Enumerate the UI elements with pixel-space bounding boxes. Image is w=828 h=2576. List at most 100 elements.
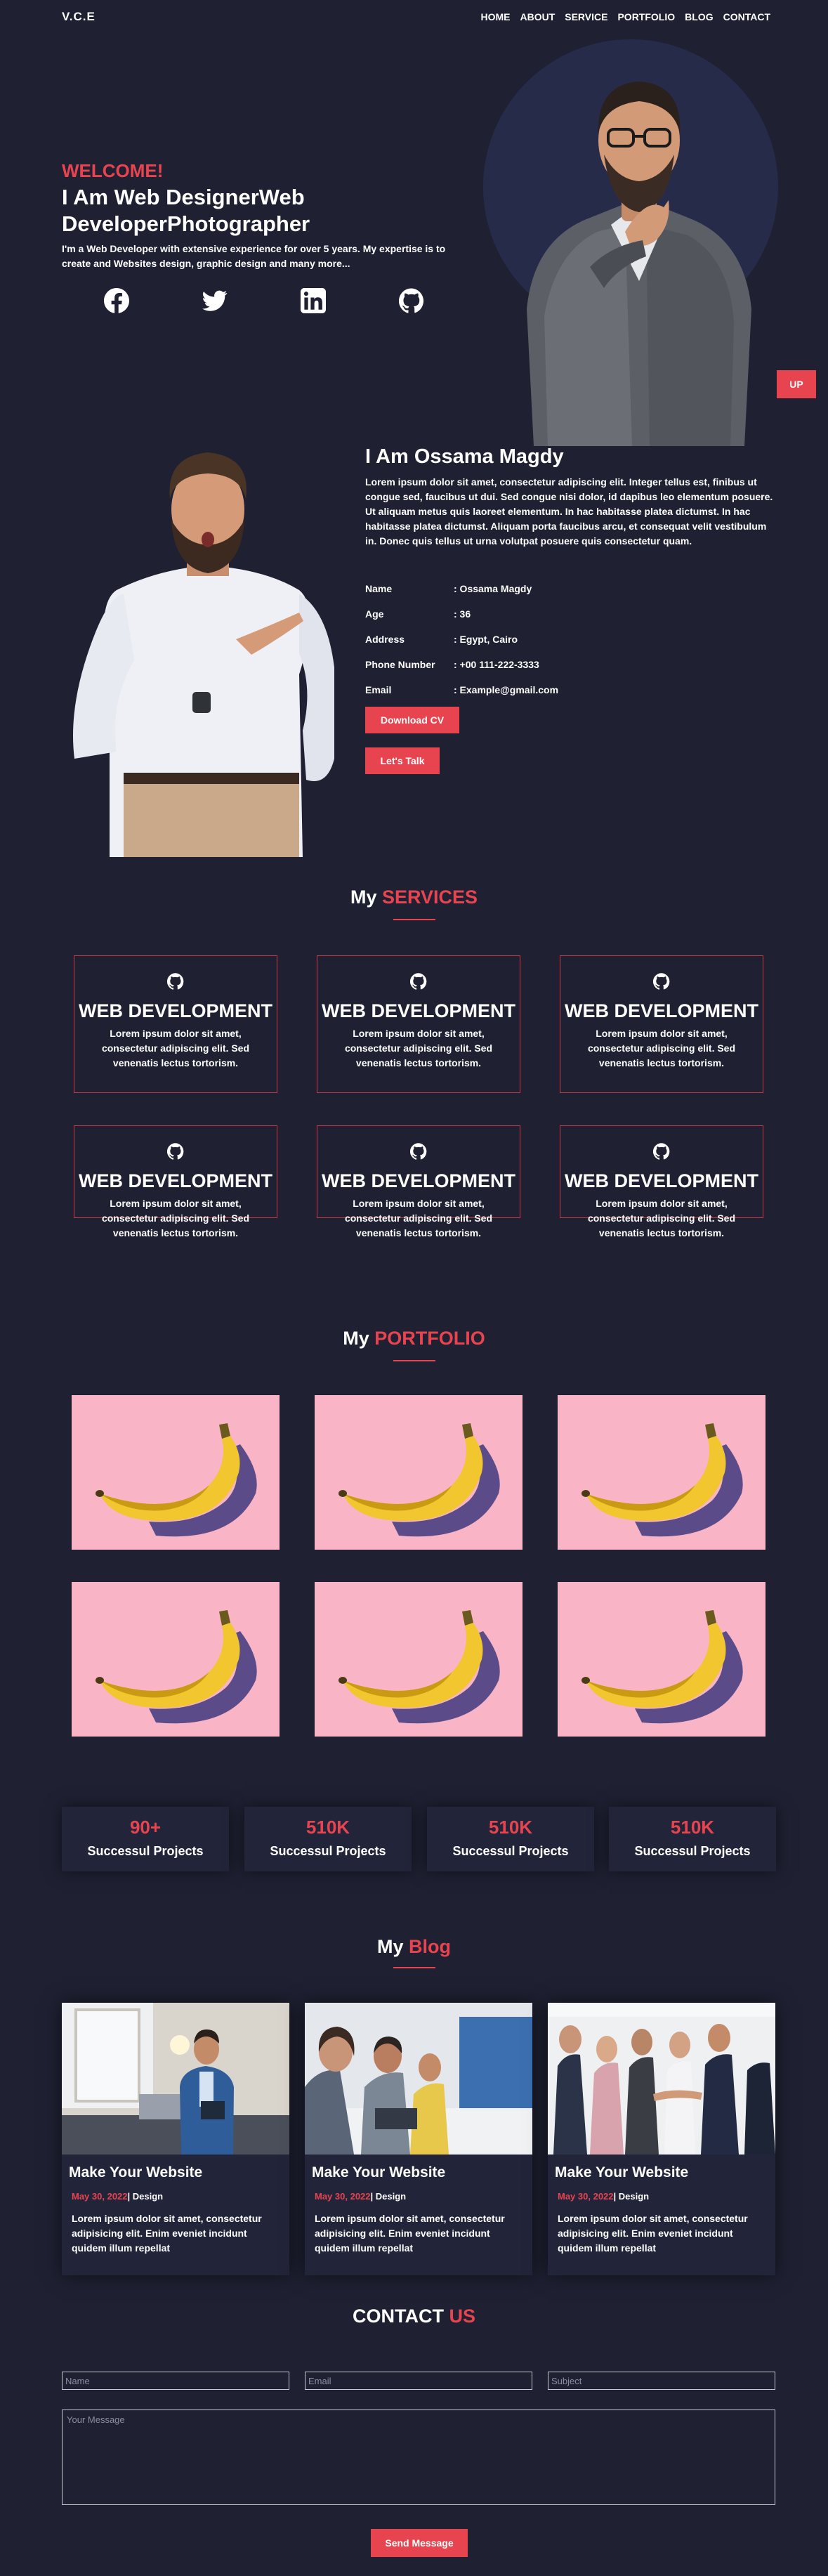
services-underline [393, 919, 435, 920]
stat-card: 90+ Successul Projects [62, 1807, 229, 1871]
blog-card[interactable]: Make Your Website May 30, 2022| Design L… [62, 2003, 289, 2275]
blog-post-date: May 30, 2022 [315, 2191, 371, 2202]
service-card[interactable]: WEB DEVELOPMENT Lorem ipsum dolor sit am… [317, 1125, 520, 1238]
blog-post-text: Lorem ipsum dolor sit amet, consectetur … [72, 2213, 262, 2254]
portfolio-title-prefix: My [343, 1328, 375, 1349]
name-field[interactable] [62, 2372, 289, 2390]
social-links [104, 288, 424, 313]
service-title: WEB DEVELOPMENT [564, 1170, 758, 1191]
info-row-age: Age : 36 [365, 601, 558, 627]
blog-image-office [62, 2003, 289, 2155]
portfolio-item[interactable] [558, 1582, 765, 1737]
nav-home[interactable]: HOME [480, 11, 510, 22]
stat-label: Successul Projects [452, 1844, 569, 1858]
info-key: Address [365, 634, 405, 645]
blog-post-text: Lorem ipsum dolor sit amet, consectetur … [558, 2213, 748, 2254]
about-info-list: Name : Ossama Magdy Age : 36 Address : E… [365, 576, 558, 702]
stat-label: Successul Projects [87, 1844, 204, 1858]
linkedin-icon[interactable] [301, 288, 326, 313]
subject-field[interactable] [548, 2372, 775, 2390]
blog-post-category: | Design [613, 2191, 650, 2202]
blog-title: My Blog [0, 1936, 828, 1958]
service-text: Lorem ipsum dolor sit amet, consectetur … [344, 1028, 493, 1068]
message-field[interactable] [62, 2410, 775, 2505]
stat-card: 510K Successul Projects [244, 1807, 412, 1871]
info-value: : 36 [454, 608, 471, 620]
nav-blog[interactable]: BLOG [685, 11, 713, 22]
about-text: Lorem ipsum dolor sit amet, consectetur … [365, 476, 773, 547]
blog-post-title[interactable]: Make Your Website [69, 2164, 289, 2181]
portfolio-item[interactable] [72, 1395, 280, 1550]
service-text: Lorem ipsum dolor sit amet, consectetur … [587, 1028, 736, 1068]
nav-service[interactable]: SERVICE [565, 11, 607, 22]
stat-number: 510K [670, 1817, 715, 1838]
service-card[interactable]: WEB DEVELOPMENT Lorem ipsum dolor sit am… [560, 955, 763, 1093]
nav-portfolio[interactable]: PORTFOLIO [617, 11, 675, 22]
service-text: Lorem ipsum dolor sit amet, consectetur … [344, 1198, 493, 1238]
contact-title-accent: US [449, 2306, 475, 2327]
portfolio-item[interactable] [315, 1395, 523, 1550]
scroll-up-button[interactable]: UP [777, 370, 816, 398]
blog-image-handshake [548, 2003, 775, 2155]
blog-title-accent: Blog [409, 1936, 451, 1957]
stat-number: 90+ [129, 1817, 162, 1838]
site-logo[interactable]: V.C.E [62, 10, 96, 24]
blog-post-meta: May 30, 2022| Design [72, 2191, 289, 2202]
service-card[interactable]: WEB DEVELOPMENT Lorem ipsum dolor sit am… [317, 955, 520, 1093]
blog-post-meta: May 30, 2022| Design [315, 2191, 532, 2202]
nav-about[interactable]: ABOUT [520, 11, 555, 22]
download-cv-button[interactable]: Download CV [365, 707, 459, 733]
twitter-icon[interactable] [202, 288, 228, 313]
blog-post-date: May 30, 2022 [72, 2191, 128, 2202]
portfolio-item[interactable] [72, 1582, 280, 1737]
about-portrait-image [73, 452, 334, 857]
github-icon [166, 973, 184, 990]
info-value: : Egypt, Cairo [454, 634, 518, 645]
info-key: Email [365, 684, 392, 695]
service-title: WEB DEVELOPMENT [78, 1170, 272, 1191]
github-icon [409, 1143, 427, 1160]
blog-post-text: Lorem ipsum dolor sit amet, consectetur … [315, 2213, 505, 2254]
info-key: Name [365, 583, 393, 594]
portfolio-title-accent: PORTFOLIO [374, 1328, 485, 1349]
nav-contact[interactable]: CONTACT [723, 11, 770, 22]
github-icon [652, 1143, 670, 1160]
blog-post-title[interactable]: Make Your Website [555, 2164, 775, 2181]
info-value: : Example@gmail.com [454, 684, 559, 695]
blog-post-meta: May 30, 2022| Design [558, 2191, 775, 2202]
info-key: Age [365, 608, 384, 620]
service-title: WEB DEVELOPMENT [564, 1000, 758, 1021]
blog-image-team [305, 2003, 532, 2155]
contact-title: CONTACT US [0, 2306, 828, 2327]
lets-talk-button[interactable]: Let's Talk [365, 747, 440, 774]
stat-number: 510K [305, 1817, 350, 1838]
blog-post-title[interactable]: Make Your Website [312, 2164, 532, 2181]
info-row-name: Name : Ossama Magdy [365, 576, 558, 601]
services-title-accent: SERVICES [381, 887, 478, 908]
stat-card: 510K Successul Projects [609, 1807, 776, 1871]
email-field[interactable] [305, 2372, 532, 2390]
portfolio-item[interactable] [558, 1395, 765, 1550]
about-title: I Am Ossama Magdy [365, 445, 564, 468]
blog-post-date: May 30, 2022 [558, 2191, 614, 2202]
portfolio-title: My PORTFOLIO [0, 1328, 828, 1349]
blog-card[interactable]: Make Your Website May 30, 2022| Design L… [548, 2003, 775, 2275]
send-message-button[interactable]: Send Message [371, 2529, 468, 2557]
stat-card: 510K Successul Projects [427, 1807, 594, 1871]
facebook-icon[interactable] [104, 288, 129, 313]
blog-card[interactable]: Make Your Website May 30, 2022| Design L… [305, 2003, 532, 2275]
service-text: Lorem ipsum dolor sit amet, consectetur … [101, 1198, 250, 1238]
service-card[interactable]: WEB DEVELOPMENT Lorem ipsum dolor sit am… [560, 1125, 763, 1238]
service-card[interactable]: WEB DEVELOPMENT Lorem ipsum dolor sit am… [74, 1125, 277, 1238]
blog-title-prefix: My [376, 1936, 409, 1957]
info-row-phone: Phone Number : +00 111-222-3333 [365, 652, 558, 677]
info-row-email: Email : Example@gmail.com [365, 677, 558, 702]
hero-text: I'm a Web Developer with extensive exper… [62, 243, 446, 269]
service-text: Lorem ipsum dolor sit amet, consectetur … [101, 1028, 250, 1068]
main-nav: HOME ABOUT SERVICE PORTFOLIO BLOG CONTAC… [480, 11, 770, 22]
github-icon[interactable] [399, 288, 424, 313]
stat-label: Successul Projects [634, 1844, 751, 1858]
service-card[interactable]: WEB DEVELOPMENT Lorem ipsum dolor sit am… [74, 955, 277, 1093]
service-title: WEB DEVELOPMENT [78, 1000, 272, 1021]
portfolio-item[interactable] [315, 1582, 523, 1737]
